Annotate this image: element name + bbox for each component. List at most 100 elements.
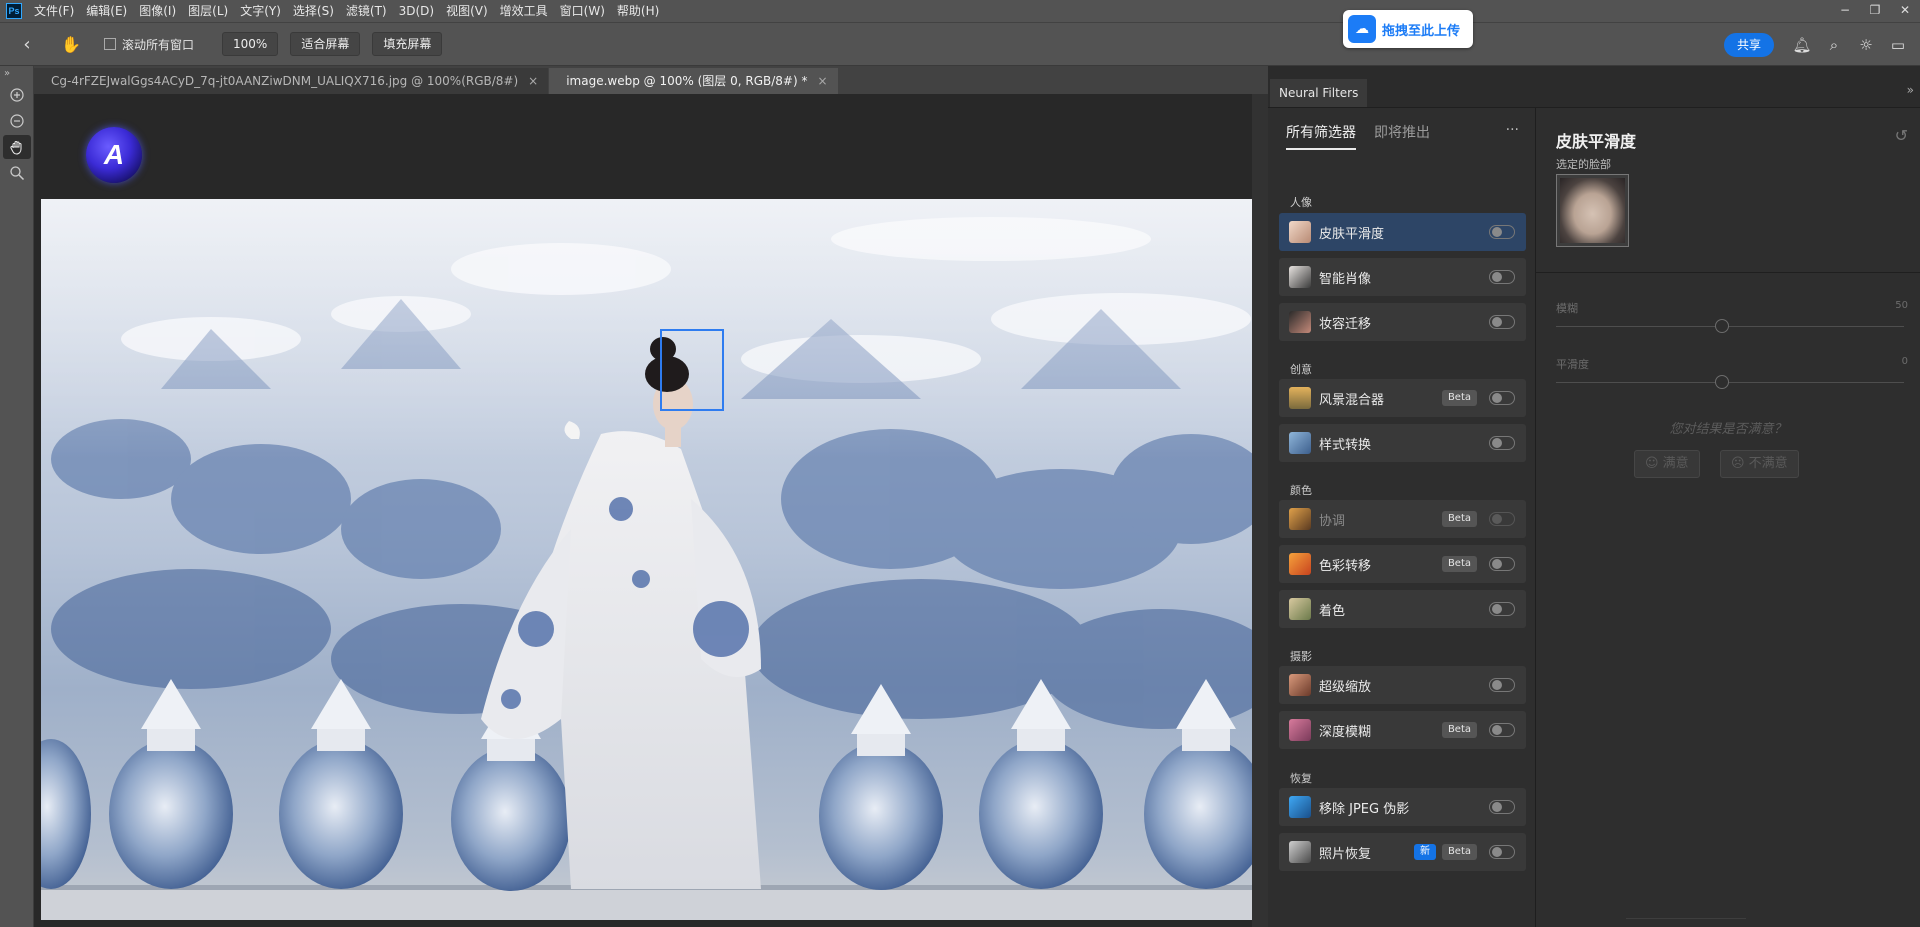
filter-landscape-mixer[interactable]: 风景混合器 Beta <box>1279 379 1526 417</box>
filter-super-zoom[interactable]: 超级缩放 <box>1279 666 1526 704</box>
back-arrow-icon[interactable]: ‹ <box>0 34 54 55</box>
menu-type[interactable]: 文字(Y) <box>234 0 287 22</box>
zoom-value-field[interactable]: 100% <box>222 32 279 56</box>
filter-label: 着色 <box>1319 603 1346 619</box>
filter-thumbnail <box>1289 508 1311 530</box>
category-creative: 创意 <box>1290 363 1312 376</box>
blur-slider-track[interactable] <box>1556 326 1904 327</box>
workspace-icon[interactable]: ▭ <box>1882 36 1914 54</box>
filter-colorize[interactable]: 着色 <box>1279 590 1526 628</box>
document-canvas[interactable]: A <box>34 94 1252 927</box>
category-photography: 摄影 <box>1290 650 1312 663</box>
filter-label: 超级缩放 <box>1319 679 1372 695</box>
menu-select[interactable]: 选择(S) <box>287 0 340 22</box>
zoom-in-icon[interactable] <box>3 83 31 107</box>
satisfied-button[interactable]: ☺ 满意 <box>1634 450 1700 478</box>
window-controls: − ❐ ✕ <box>1830 0 1920 22</box>
filter-toggle[interactable] <box>1489 512 1515 526</box>
menu-window[interactable]: 窗口(W) <box>554 0 611 22</box>
filter-toggle[interactable] <box>1489 800 1515 814</box>
fill-screen-button[interactable]: 填充屏幕 <box>372 32 443 56</box>
filter-toggle[interactable] <box>1489 557 1515 571</box>
filter-toggle[interactable] <box>1489 678 1515 692</box>
filter-list-tabs: 所有筛选器 即将推出 ··· <box>1286 122 1519 150</box>
menu-view[interactable]: 视图(V) <box>440 0 494 22</box>
menu-bar: Ps 文件(F) 编辑(E) 图像(I) 图层(L) 文字(Y) 选择(S) 滤… <box>0 0 1920 22</box>
filter-toggle[interactable] <box>1489 391 1515 405</box>
more-options-icon[interactable]: ··· <box>1506 122 1519 150</box>
badge-group: Beta <box>1441 511 1477 527</box>
menu-3d[interactable]: 3D(D) <box>393 0 440 22</box>
filter-smart-portrait[interactable]: 智能肖像 <box>1279 258 1526 296</box>
restore-icon[interactable]: ❐ <box>1860 0 1890 22</box>
tab-title: Cg-4rFZEJwalGgs4ACyD_7q-jt0AANZiwDNM_UAL… <box>51 74 519 88</box>
tab-neural-filters[interactable]: Neural Filters <box>1270 79 1368 107</box>
menu-help[interactable]: 帮助(H) <box>611 0 665 22</box>
menu-file[interactable]: 文件(F) <box>28 0 80 22</box>
menu-image[interactable]: 图像(I) <box>133 0 182 22</box>
filter-toggle[interactable] <box>1489 845 1515 859</box>
filter-depth-blur[interactable]: 深度模糊 Beta <box>1279 711 1526 749</box>
filter-toggle[interactable] <box>1489 270 1515 284</box>
artwork-image[interactable] <box>41 199 1252 920</box>
menu-edit[interactable]: 编辑(E) <box>80 0 133 22</box>
filter-style-transfer[interactable]: 样式转换 <box>1279 424 1526 462</box>
close-icon[interactable]: × <box>817 74 827 88</box>
filter-color-transfer[interactable]: 色彩转移 Beta <box>1279 545 1526 583</box>
options-bar-right: 共享 🔔︎ ⌕ ☼ ▭ <box>1723 23 1920 67</box>
scroll-all-windows-checkbox[interactable]: 滚动所有窗口 <box>104 36 194 53</box>
filter-toggle[interactable] <box>1489 436 1515 450</box>
reset-icon[interactable]: ↺ <box>1895 126 1908 145</box>
filter-label: 智能肖像 <box>1319 271 1372 287</box>
close-icon[interactable]: × <box>528 74 538 88</box>
filter-toggle[interactable] <box>1489 315 1515 329</box>
filter-toggle[interactable] <box>1489 723 1515 737</box>
options-bar: ‹ ✋ 滚动所有窗口 100% 适合屏幕 填充屏幕 共享 🔔︎ ⌕ ☼ ▭ <box>0 22 1920 66</box>
filter-skin-smoothing[interactable]: 皮肤平滑度 <box>1279 213 1526 251</box>
face-detection-box[interactable] <box>660 329 724 411</box>
checkbox-box[interactable] <box>104 38 116 50</box>
upload-badge-label: 拖拽至此上传 <box>1382 23 1461 39</box>
filter-toggle[interactable] <box>1489 225 1515 239</box>
selected-face-thumbnail[interactable] <box>1556 174 1629 247</box>
filter-label: 样式转换 <box>1319 437 1372 453</box>
filter-toggle[interactable] <box>1489 602 1515 616</box>
filter-photo-restoration[interactable]: 照片恢复 新 Beta <box>1279 833 1526 871</box>
badge-group: 新 Beta <box>1413 844 1477 860</box>
menu-layer[interactable]: 图层(L) <box>182 0 234 22</box>
close-icon[interactable]: ✕ <box>1890 0 1920 22</box>
filter-harmonization[interactable]: 协调 Beta <box>1279 500 1526 538</box>
smoothness-slider-knob[interactable] <box>1715 375 1729 389</box>
collapse-panel-icon[interactable]: » <box>1907 83 1920 107</box>
blur-slider-knob[interactable] <box>1715 319 1729 333</box>
filter-remove-jpeg-artifacts[interactable]: 移除 JPEG 伪影 <box>1279 788 1526 826</box>
zoom-out-icon[interactable] <box>3 109 31 133</box>
category-color: 颜色 <box>1290 484 1312 497</box>
fit-screen-button[interactable]: 适合屏幕 <box>290 32 361 56</box>
filter-label: 风景混合器 <box>1319 392 1385 408</box>
hand-icon[interactable] <box>3 135 31 159</box>
face-preview <box>1560 178 1625 243</box>
hand-tool-preset-icon[interactable]: ✋ <box>54 35 88 54</box>
filter-makeup-transfer[interactable]: 妆容迁移 <box>1279 303 1526 341</box>
smoothness-slider-track[interactable] <box>1556 382 1904 383</box>
magnifier-icon[interactable] <box>3 161 31 185</box>
menu-plugins[interactable]: 增效工具 <box>494 0 554 22</box>
tab-document-webp[interactable]: image.webp @ 100% (图层 0, RGB/8#) * × <box>549 68 838 94</box>
tab-all-filters[interactable]: 所有筛选器 <box>1286 122 1356 150</box>
tab-coming-soon[interactable]: 即将推出 <box>1374 122 1430 150</box>
tab-document-jpg[interactable]: Cg-4rFZEJwalGgs4ACyD_7q-jt0AANZiwDNM_UAL… <box>34 68 549 94</box>
blur-slider-label: 模糊 <box>1556 302 1578 315</box>
minimize-icon[interactable]: − <box>1830 0 1860 22</box>
expand-panel-icon[interactable]: » <box>0 66 33 81</box>
photoshop-logo-icon[interactable]: Ps <box>6 3 22 19</box>
lightbulb-icon[interactable]: ☼ <box>1850 36 1882 54</box>
menu-filter[interactable]: 滤镜(T) <box>340 0 393 22</box>
share-button[interactable]: 共享 <box>1723 33 1774 57</box>
upload-badge[interactable]: ☁ 拖拽至此上传 <box>1343 10 1473 48</box>
search-icon[interactable]: ⌕ <box>1818 36 1850 54</box>
beta-badge: Beta <box>1441 511 1477 527</box>
bell-icon[interactable]: 🔔︎ <box>1786 36 1818 54</box>
tools-panel: » <box>0 66 34 927</box>
not-satisfied-button[interactable]: ☹ 不满意 <box>1720 450 1799 478</box>
